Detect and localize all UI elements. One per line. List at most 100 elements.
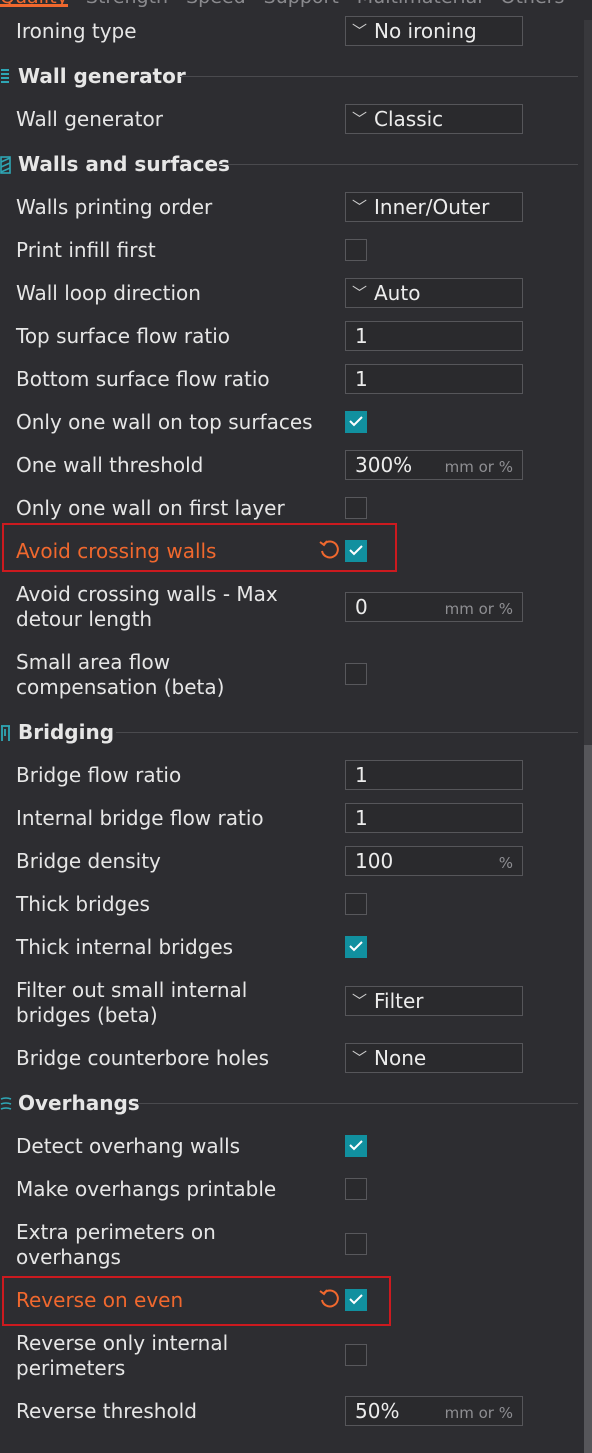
- section-title: Walls and surfaces: [18, 152, 230, 176]
- section-title: Wall generator: [18, 64, 186, 88]
- setting-label: Top surface flow ratio: [16, 324, 231, 348]
- section-overhangs: Overhangs: [0, 1089, 578, 1119]
- reverse-only-internal-checkbox[interactable]: [345, 1344, 367, 1366]
- setting-label: Bridge flow ratio: [16, 763, 182, 787]
- setting-label: Bottom surface flow ratio: [16, 367, 270, 391]
- unit-label: mm or %: [444, 600, 513, 618]
- top-surface-flow-ratio-input[interactable]: 1: [345, 321, 523, 351]
- section-divider: [116, 732, 578, 733]
- checkmark-icon: [349, 941, 363, 952]
- input-value: 100: [355, 849, 394, 873]
- input-value: 1: [355, 324, 368, 348]
- setting-label: Avoid crossing walls: [16, 539, 217, 563]
- walls-surfaces-icon: [0, 156, 12, 174]
- reset-icon[interactable]: [318, 539, 340, 561]
- unit-label: mm or %: [444, 1404, 513, 1422]
- reverse-on-even-checkbox[interactable]: [345, 1289, 367, 1311]
- one-wall-threshold-input[interactable]: 300% mm or %: [345, 450, 523, 480]
- setting-label: Make overhangs printable: [16, 1177, 277, 1201]
- setting-label: Detect overhang walls: [16, 1134, 241, 1158]
- only-one-wall-first-layer-checkbox[interactable]: [345, 497, 367, 519]
- extra-perimeters-overhangs-checkbox[interactable]: [345, 1233, 367, 1255]
- unit-label: %: [498, 854, 513, 872]
- setting-label: Small area flow compensation (beta): [16, 650, 225, 699]
- internal-bridge-flow-ratio-input[interactable]: 1: [345, 803, 523, 833]
- reverse-threshold-input[interactable]: 50% mm or %: [345, 1396, 523, 1426]
- setting-label: Reverse threshold: [16, 1399, 197, 1423]
- dropdown-value: Auto: [374, 281, 421, 305]
- bridge-counterbore-holes-dropdown[interactable]: ﹀ None: [345, 1043, 523, 1073]
- input-value: 50%: [355, 1399, 400, 1423]
- section-wall-generator: Wall generator: [0, 62, 578, 92]
- setting-label: Extra perimeters on overhangs: [16, 1220, 216, 1269]
- dropdown-value: Filter: [374, 989, 424, 1013]
- setting-label: Walls printing order: [16, 195, 213, 219]
- tab-speed[interactable]: Speed: [186, 0, 246, 8]
- input-value: 1: [355, 367, 368, 391]
- dropdown-value: No ironing: [374, 19, 477, 43]
- print-infill-first-checkbox[interactable]: [345, 239, 367, 261]
- bottom-surface-flow-ratio-input[interactable]: 1: [345, 364, 523, 394]
- section-title: Overhangs: [18, 1091, 140, 1115]
- tab-others[interactable]: Others: [501, 0, 565, 8]
- wall-generator-icon: [0, 68, 12, 86]
- dropdown-value: None: [374, 1046, 427, 1070]
- detect-overhang-walls-checkbox[interactable]: [345, 1135, 367, 1157]
- bridge-flow-ratio-input[interactable]: 1: [345, 760, 523, 790]
- overhangs-icon: [0, 1095, 12, 1113]
- setting-label: Only one wall on first layer: [16, 496, 285, 520]
- chevron-down-icon: ﹀: [352, 284, 368, 302]
- make-overhangs-printable-checkbox[interactable]: [345, 1178, 367, 1200]
- filter-small-internal-bridges-dropdown[interactable]: ﹀ Filter: [345, 986, 523, 1016]
- checkmark-icon: [349, 1140, 363, 1151]
- setting-label: Thick bridges: [16, 892, 150, 916]
- input-value: 1: [355, 763, 368, 787]
- section-divider: [180, 76, 578, 77]
- setting-label: Thick internal bridges: [16, 935, 234, 959]
- scrollbar-thumb[interactable]: [584, 745, 592, 1453]
- checkmark-icon: [349, 416, 363, 427]
- avoid-crossing-max-detour-input[interactable]: 0 mm or %: [345, 592, 523, 622]
- tab-multimaterial[interactable]: Multimaterial: [357, 0, 483, 8]
- only-one-wall-top-checkbox[interactable]: [345, 411, 367, 433]
- active-tab-indicator: [0, 4, 68, 7]
- section-title: Bridging: [18, 720, 115, 744]
- reset-icon[interactable]: [318, 1288, 340, 1310]
- chevron-down-icon: ﹀: [352, 22, 368, 40]
- section-divider: [218, 164, 578, 165]
- setting-label: Print infill first: [16, 238, 156, 262]
- thick-internal-bridges-checkbox[interactable]: [345, 936, 367, 958]
- bridge-density-input[interactable]: 100 %: [345, 846, 523, 876]
- setting-label: Filter out small internal bridges (beta): [16, 978, 248, 1027]
- setting-label: Wall loop direction: [16, 281, 201, 305]
- unit-label: mm or %: [444, 458, 513, 476]
- thick-bridges-checkbox[interactable]: [345, 893, 367, 915]
- wall-generator-dropdown[interactable]: ﹀ Classic: [345, 104, 523, 134]
- dropdown-value: Classic: [374, 107, 444, 131]
- checkmark-icon: [349, 1294, 363, 1305]
- chevron-down-icon: ﹀: [352, 1049, 368, 1067]
- checkmark-icon: [349, 545, 363, 556]
- small-area-flow-comp-checkbox[interactable]: [345, 663, 367, 685]
- section-divider: [138, 1103, 578, 1104]
- avoid-crossing-walls-checkbox[interactable]: [345, 540, 367, 562]
- dropdown-value: Inner/Outer: [374, 195, 490, 219]
- walls-printing-order-dropdown[interactable]: ﹀ Inner/Outer: [345, 192, 523, 222]
- tab-support[interactable]: Support: [264, 0, 339, 8]
- tab-strength[interactable]: Strength: [86, 0, 168, 8]
- setting-label: Reverse only internal perimeters: [16, 1331, 229, 1380]
- input-value: 0: [355, 595, 368, 619]
- chevron-down-icon: ﹀: [352, 198, 368, 216]
- section-bridging: Bridging: [0, 718, 578, 748]
- section-walls-and-surfaces: Walls and surfaces: [0, 150, 578, 180]
- setting-label: One wall threshold: [16, 453, 204, 477]
- bridging-icon: [0, 724, 12, 742]
- chevron-down-icon: ﹀: [352, 992, 368, 1010]
- setting-label: Avoid crossing walls - Max detour length: [16, 582, 278, 631]
- wall-loop-direction-dropdown[interactable]: ﹀ Auto: [345, 278, 523, 308]
- setting-label: Wall generator: [16, 107, 163, 131]
- setting-label: Ironing type: [16, 19, 137, 43]
- chevron-down-icon: ﹀: [352, 110, 368, 128]
- ironing-type-dropdown[interactable]: ﹀ No ironing: [345, 16, 523, 46]
- setting-label: Only one wall on top surfaces: [16, 410, 313, 434]
